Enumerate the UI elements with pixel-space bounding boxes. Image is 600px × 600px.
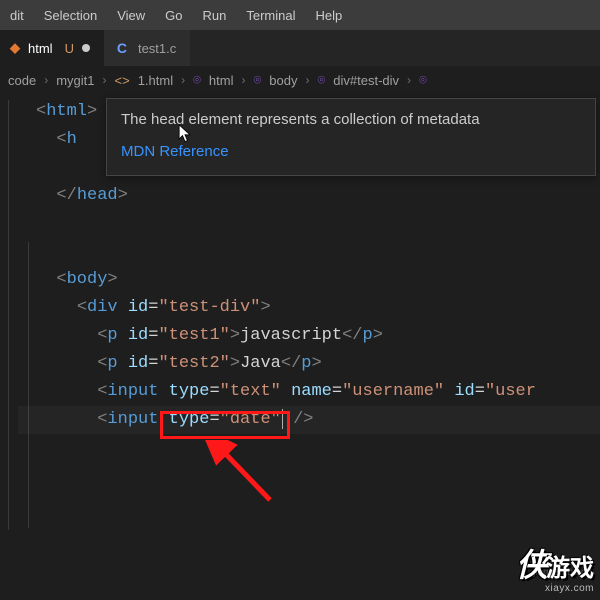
- tab-label: html: [28, 41, 53, 56]
- menu-go[interactable]: Go: [155, 2, 192, 29]
- brackets-icon: ⌾: [253, 72, 261, 88]
- menubar: dit Selection View Go Run Terminal Help: [0, 0, 600, 30]
- watermark-faint: jingyan.baidu: [533, 567, 592, 578]
- brackets-icon: ⌾: [317, 72, 325, 88]
- menu-terminal[interactable]: Terminal: [236, 2, 305, 29]
- chevron-right-icon: ›: [103, 73, 107, 87]
- c-file-icon: C: [114, 40, 130, 56]
- chevron-right-icon: ›: [241, 73, 245, 87]
- menu-help[interactable]: Help: [306, 2, 353, 29]
- watermark-url: xiayx.com: [516, 583, 594, 594]
- chevron-right-icon: ›: [407, 73, 411, 87]
- text-cursor: [282, 409, 283, 429]
- breadcrumb-item[interactable]: div#test-div: [333, 73, 399, 88]
- menu-edit[interactable]: dit: [0, 2, 34, 29]
- menu-selection[interactable]: Selection: [34, 2, 107, 29]
- brackets-icon: ⌾: [419, 72, 427, 88]
- chevron-right-icon: ›: [44, 73, 48, 87]
- tab-status: U: [65, 41, 74, 56]
- breadcrumb-item[interactable]: html: [209, 73, 234, 88]
- breadcrumb-item[interactable]: body: [269, 73, 297, 88]
- mouse-cursor-icon: [178, 124, 192, 144]
- tab-label: test1.c: [138, 41, 176, 56]
- chevron-right-icon: ›: [181, 73, 185, 87]
- breadcrumb-item[interactable]: mygit1: [56, 73, 94, 88]
- menu-run[interactable]: Run: [193, 2, 237, 29]
- breadcrumb[interactable]: code › mygit1 › <> 1.html › ⌾ html › ⌾ b…: [0, 66, 600, 94]
- chevron-right-icon: ›: [305, 73, 309, 87]
- brackets-icon: ⌾: [193, 72, 201, 88]
- html-file-icon: ◆: [10, 40, 20, 56]
- tab-bar: ◆ html U C test1.c: [0, 30, 600, 66]
- watermark: jingyan.baidu 侠游戏 xiayx.com: [516, 548, 594, 594]
- code-tag-icon: <>: [115, 73, 130, 88]
- breadcrumb-item[interactable]: code: [8, 73, 36, 88]
- tab-1-html[interactable]: ◆ html U: [0, 30, 104, 66]
- mdn-reference-link[interactable]: MDN Reference: [121, 141, 581, 163]
- tab-test1-c[interactable]: C test1.c: [104, 30, 190, 66]
- breadcrumb-item[interactable]: 1.html: [138, 73, 173, 88]
- menu-view[interactable]: View: [107, 2, 155, 29]
- modified-dot-icon: [82, 44, 90, 52]
